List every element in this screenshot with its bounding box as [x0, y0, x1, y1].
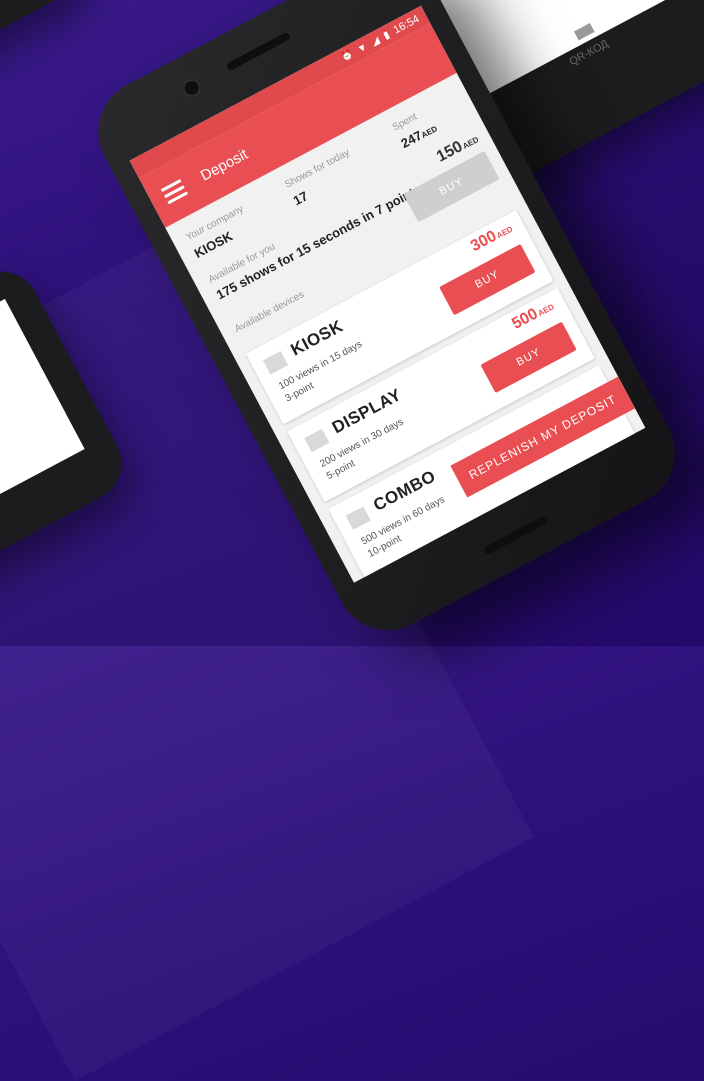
device-thumbnail-icon: [304, 428, 330, 453]
background-phone-screen-left: [0, 298, 85, 534]
background-phone-left: [0, 258, 135, 592]
qr-label: QR-КОД: [567, 37, 611, 69]
device-thumbnail-icon: [262, 351, 289, 375]
buy-button-kiosk[interactable]: BUY: [439, 243, 536, 316]
battery-icon: ▮: [381, 29, 392, 42]
menu-icon[interactable]: [160, 178, 188, 204]
top-speaker: [225, 31, 292, 72]
qr-icon: [574, 23, 595, 41]
shows-value: 17: [290, 188, 311, 209]
buy-button-display[interactable]: BUY: [480, 321, 577, 394]
page-title: Deposit: [197, 145, 251, 185]
background-phone-top-left: [0, 0, 95, 97]
wifi-icon: ▼: [355, 41, 370, 56]
signal-icon: ◢: [369, 34, 382, 48]
device-thumbnail-icon: [345, 506, 371, 530]
front-camera-icon: [179, 75, 204, 101]
bottom-speaker: [482, 515, 549, 556]
alarm-icon: ⏰: [339, 48, 356, 65]
